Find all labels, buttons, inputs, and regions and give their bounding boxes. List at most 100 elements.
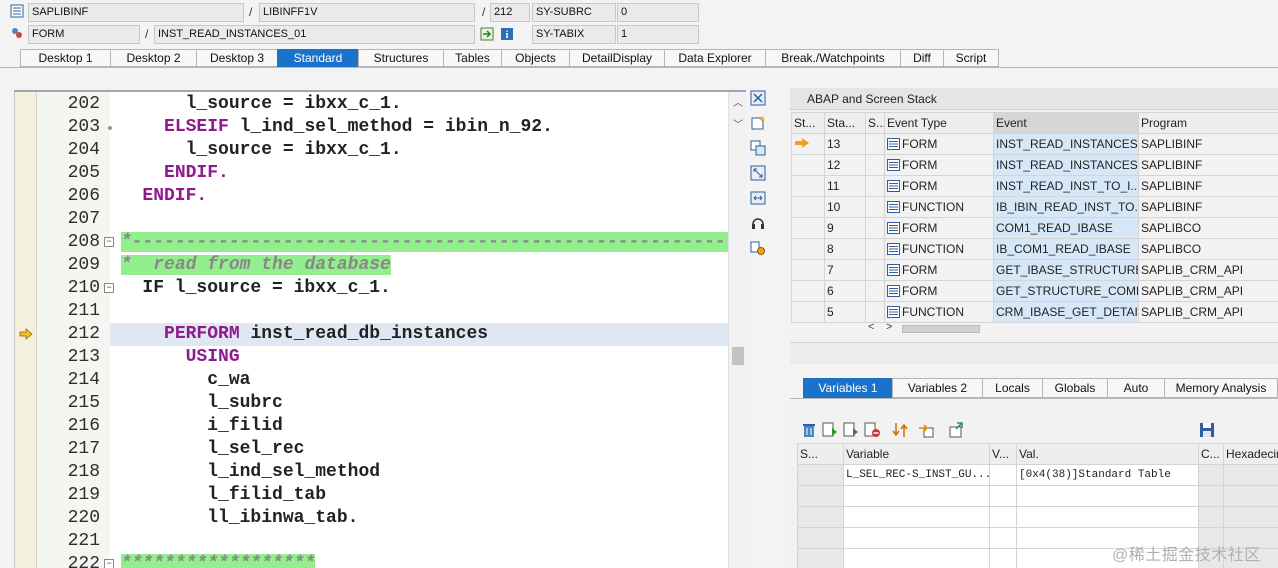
scroll-left-icon[interactable]: < (868, 321, 874, 333)
keyword: ENDIF. (164, 163, 229, 183)
program-cell: SAPLIB_CRM_API (1138, 301, 1278, 323)
column-header[interactable]: C... (1198, 443, 1224, 465)
breakpoint-gutter[interactable] (15, 92, 37, 568)
stack-hscroll[interactable]: < > (868, 321, 988, 336)
copy-icon[interactable] (843, 422, 859, 438)
column-header[interactable]: Variable (843, 443, 990, 465)
editor-scrollbar[interactable]: ︿ ﹀ (728, 92, 746, 568)
table-row[interactable]: 5 FUNCTION CRM_IBASE_GET_DETAIL SAPLIB_CRM_… (791, 301, 1278, 323)
table-row[interactable]: 11 FORM INST_READ_INST_TO_I... SAPLIBINF (791, 175, 1278, 197)
scroll-up-icon[interactable]: ︿ (733, 94, 743, 109)
scroll-right-icon[interactable]: > (886, 321, 892, 333)
code-line[interactable] (110, 530, 728, 553)
code-line[interactable]: PERFORM inst_read_db_instances (110, 323, 728, 346)
table-row[interactable]: 6 FORM GET_STRUCTURE_COMP... SAPLIB_CRM_API (791, 280, 1278, 302)
tab-objects[interactable]: Objects (501, 49, 569, 67)
column-header[interactable]: St... (791, 112, 825, 134)
navigate-icon[interactable] (480, 27, 494, 41)
column-header[interactable]: Sta... (824, 112, 866, 134)
column-header[interactable]: V... (989, 443, 1017, 465)
code-line[interactable]: l_source = ibxx_c_1. (110, 139, 728, 162)
code-line[interactable]: USING (110, 346, 728, 369)
tab-tables[interactable]: Tables (443, 49, 501, 67)
table-row[interactable] (797, 485, 1278, 507)
table-row[interactable]: L_SEL_REC-S_INST_GU... [0x4(38)]Standard… (797, 464, 1278, 486)
scroll-down-icon[interactable]: ﹀ (733, 116, 743, 131)
delete-icon[interactable] (801, 422, 817, 438)
sysfield2-value[interactable]: 1 (617, 25, 699, 44)
code-line[interactable]: l_source = ibxx_c_1. (110, 93, 728, 116)
code-line[interactable]: i_filid (110, 415, 728, 438)
code-line[interactable] (110, 300, 728, 323)
tab-desktop-3[interactable]: Desktop 3 (196, 49, 277, 67)
fold-toggle-icon[interactable]: − (104, 237, 114, 247)
column-header[interactable]: Hexadecimal (1223, 443, 1278, 465)
tab-variables-1[interactable]: Variables 1 (803, 378, 892, 398)
column-header[interactable]: Val. (1016, 443, 1199, 465)
tab-variables-2[interactable]: Variables 2 (892, 378, 982, 398)
tab-memory-analysis[interactable]: Memory Analysis (1164, 378, 1278, 398)
save-icon[interactable] (1199, 422, 1215, 438)
column-header[interactable]: S... (865, 112, 885, 134)
code-line[interactable]: l_filid_tab (110, 484, 728, 507)
sort-icon[interactable] (892, 422, 908, 438)
info-icon[interactable]: i (500, 27, 514, 41)
code-line[interactable]: l_subrc (110, 392, 728, 415)
code-line[interactable] (110, 208, 728, 231)
code-line[interactable]: * read from the database (110, 254, 728, 277)
new-tool-icon[interactable] (750, 115, 766, 131)
code-line[interactable]: l_sel_rec (110, 438, 728, 461)
code-line[interactable]: l_ind_sel_method (110, 461, 728, 484)
variable-name-cell[interactable]: L_SEL_REC-S_INST_GU... (843, 464, 990, 486)
code-line[interactable]: ELSEIF l_ind_sel_method = ibin_n_92. (110, 116, 728, 139)
table-row[interactable]: 7 FORM GET_IBASE_STRUCTURE SAPLIB_CRM_API (791, 259, 1278, 281)
code-line[interactable]: ****************** (110, 553, 728, 568)
tab-desktop-1[interactable]: Desktop 1 (20, 49, 110, 67)
table-row[interactable]: 12 FORM INST_READ_INSTANCES... SAPLIBINF (791, 154, 1278, 176)
source-editor[interactable]: 202 203 204 205 206 207 208 209 210 211 212 213 214 2… (14, 90, 746, 568)
tab-structures[interactable]: Structures (358, 49, 443, 67)
open-icon[interactable] (948, 422, 964, 438)
column-header[interactable]: S... (797, 443, 844, 465)
table-row[interactable]: 8 FUNCTION IB_COM1_READ_IBASE SAPLIBCO (791, 238, 1278, 260)
value-cell[interactable]: [0x4(38)]Standard Table (1016, 464, 1199, 486)
replace-tool-icon[interactable] (750, 140, 766, 156)
transfer-icon[interactable] (918, 422, 934, 438)
maximize-icon[interactable] (750, 165, 766, 181)
tab-globals[interactable]: Globals (1042, 378, 1107, 398)
table-row[interactable]: 13 FORM INST_READ_INSTANCES... SAPLIBINF (791, 133, 1278, 155)
hscroll-thumb[interactable] (902, 325, 980, 333)
code-line[interactable]: IF l_source = ibxx_c_1. (110, 277, 728, 300)
sysfield1-value[interactable]: 0 (617, 3, 699, 22)
column-header[interactable]: Event (993, 112, 1139, 134)
tab-data-explorer[interactable]: Data Explorer (664, 49, 765, 67)
fold-toggle-icon[interactable]: − (104, 559, 114, 568)
tab-diff[interactable]: Diff (900, 49, 943, 67)
tab-desktop-2[interactable]: Desktop 2 (110, 49, 196, 67)
code-area[interactable]: l_source = ibxx_c_1. ELSEIF l_ind_sel_me… (110, 92, 746, 568)
tab-locals[interactable]: Locals (982, 378, 1042, 398)
column-header[interactable]: Event Type (884, 112, 994, 134)
swap-icon[interactable] (750, 190, 766, 206)
scroll-thumb[interactable] (732, 347, 744, 365)
code-line[interactable]: ENDIF. (110, 185, 728, 208)
insert-icon[interactable] (822, 422, 838, 438)
table-row[interactable] (797, 506, 1278, 528)
tab-script[interactable]: Script (943, 49, 999, 67)
tab-breakpoints[interactable]: Break./Watchpoints (765, 49, 900, 67)
column-header[interactable]: Program (1138, 112, 1278, 134)
table-row[interactable]: 9 FORM COM1_READ_IBASE SAPLIBCO (791, 217, 1278, 239)
table-row[interactable]: 10 FUNCTION IB_IBIN_READ_INST_TO... SAPLIBI… (791, 196, 1278, 218)
close-pane-icon[interactable] (750, 90, 766, 106)
tab-auto[interactable]: Auto (1107, 378, 1164, 398)
code-line[interactable]: *---------------------------------------… (110, 231, 746, 254)
code-line[interactable]: ENDIF. (110, 162, 728, 185)
remove-icon[interactable] (864, 422, 880, 438)
tab-detaildisplay[interactable]: DetailDisplay (569, 49, 664, 67)
fold-toggle-icon[interactable]: − (104, 283, 114, 293)
tab-standard[interactable]: Standard (277, 49, 358, 67)
code-line[interactable]: ll_ibinwa_tab. (110, 507, 728, 530)
settings-icon[interactable] (750, 240, 766, 256)
code-line[interactable]: c_wa (110, 369, 728, 392)
services-icon[interactable] (750, 215, 766, 231)
